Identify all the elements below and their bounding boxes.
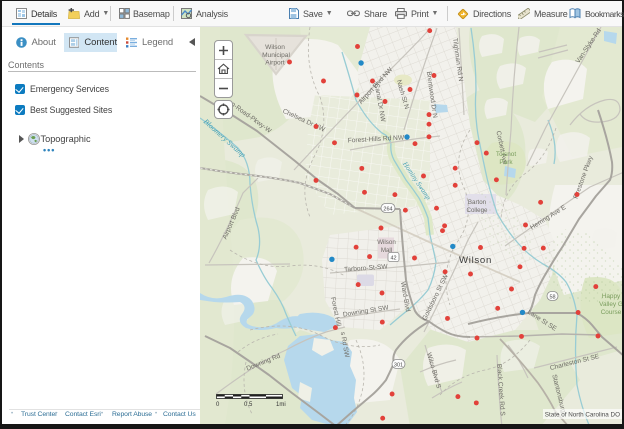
svg-text:Wilson: Wilson: [265, 44, 285, 51]
svg-text:42: 42: [390, 256, 396, 262]
svg-text:Course: Course: [601, 309, 622, 316]
svg-text:Barton: Barton: [468, 199, 487, 206]
svg-text:Municipal: Municipal: [262, 52, 290, 59]
svg-text:0.5: 0.5: [244, 402, 253, 408]
svg-text:Park: Park: [499, 159, 513, 166]
svg-text:Mall: Mall: [381, 247, 392, 254]
svg-text:1mi: 1mi: [276, 402, 286, 408]
svg-text:58: 58: [549, 295, 555, 301]
svg-text:Wilson: Wilson: [459, 255, 492, 266]
svg-text:Wilson: Wilson: [377, 239, 396, 246]
svg-text:301: 301: [394, 363, 403, 369]
svg-text:Valley G: Valley G: [599, 301, 622, 308]
svg-text:Airport: Airport: [265, 60, 285, 67]
svg-text:State of North Carolina DO: State of North Carolina DO: [545, 412, 620, 419]
svg-text:264: 264: [383, 207, 392, 213]
svg-text:College: College: [467, 207, 489, 214]
svg-text:Toisnot: Toisnot: [496, 151, 516, 158]
svg-text:Happy: Happy: [602, 293, 621, 300]
